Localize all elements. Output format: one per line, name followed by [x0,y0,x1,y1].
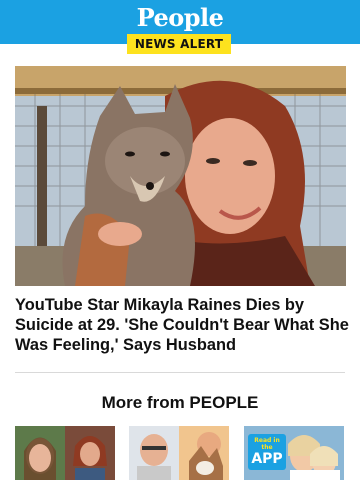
related-story-thumbnail-2[interactable] [129,426,229,480]
people-logo[interactable]: People [0,3,360,32]
related-story-thumbnail-3[interactable]: Read in the APP [244,426,344,480]
app-label: APP [251,451,283,467]
news-alert-label: NEWS ALERT [134,37,224,51]
hero-image[interactable] [15,66,346,286]
news-alert-badge: NEWS ALERT [127,34,231,54]
related-story-thumbnail-1[interactable] [15,426,115,480]
divider [15,372,345,373]
article-headline[interactable]: YouTube Star Mikayla Raines Dies by Suic… [15,295,350,355]
read-in-app-small-label: Read in the [254,437,280,451]
read-in-app-badge[interactable]: Read in the APP [248,434,286,470]
more-from-people-heading: More from PEOPLE [101,393,259,412]
